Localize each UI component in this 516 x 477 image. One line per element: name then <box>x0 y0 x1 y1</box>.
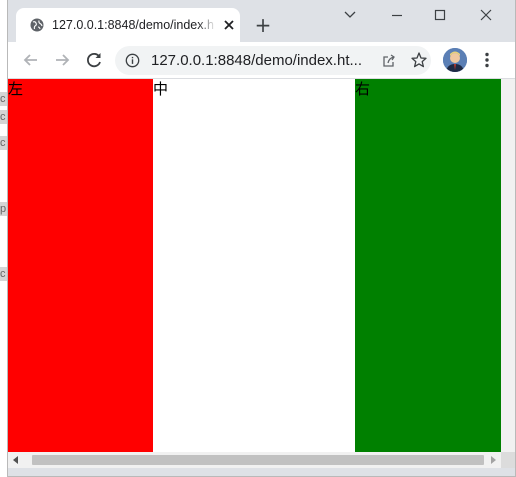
tab-title: 127.0.0.1:8848/demo/index.html <box>52 18 214 32</box>
back-button[interactable] <box>20 49 42 71</box>
avatar-icon <box>443 48 467 72</box>
page-viewport: 左 中 右 <box>8 79 501 452</box>
globe-icon <box>30 18 44 32</box>
arrow-right-icon <box>56 54 70 66</box>
star-icon <box>411 52 427 68</box>
browser-toolbar: 127.0.0.1:8848/demo/index.ht... <box>8 42 515 79</box>
left-column: 左 <box>8 79 153 452</box>
url-text[interactable]: 127.0.0.1:8848/demo/index.ht... <box>151 52 373 70</box>
scrollbar-corner <box>501 452 515 468</box>
kebab-menu-icon <box>485 52 489 68</box>
minimize-button[interactable] <box>382 5 412 25</box>
scroll-right-arrow-icon[interactable] <box>491 456 496 464</box>
forward-button[interactable] <box>51 49 73 71</box>
reload-icon <box>87 52 101 68</box>
reload-button[interactable] <box>83 49 105 71</box>
arrow-left-icon <box>23 54 37 66</box>
tab-search-button[interactable] <box>335 5 365 25</box>
close-icon <box>224 20 234 30</box>
horizontal-scrollbar[interactable] <box>8 452 501 468</box>
tab-close-button[interactable] <box>221 17 237 33</box>
center-column: 中 <box>153 79 355 452</box>
info-icon[interactable] <box>125 53 140 68</box>
right-column-label: 右 <box>355 80 371 98</box>
maximize-button[interactable] <box>425 5 455 25</box>
address-bar[interactable]: 127.0.0.1:8848/demo/index.ht... <box>115 46 431 75</box>
share-icon[interactable] <box>380 52 398 70</box>
tab-strip: 127.0.0.1:8848/demo/index.html + <box>8 0 515 42</box>
browser-window: 127.0.0.1:8848/demo/index.html + 127.0.0… <box>7 0 516 477</box>
close-window-button[interactable] <box>471 5 501 25</box>
chevron-down-icon <box>344 11 356 18</box>
close-icon <box>480 9 492 21</box>
minimize-icon <box>392 14 402 17</box>
browser-menu-button[interactable] <box>482 50 492 70</box>
profile-avatar[interactable] <box>443 48 467 72</box>
bookmark-star-button[interactable] <box>410 51 428 69</box>
new-tab-button[interactable]: + <box>252 14 274 36</box>
center-column-label: 中 <box>153 80 169 98</box>
maximize-icon <box>434 9 446 21</box>
right-column: 右 <box>355 79 501 452</box>
vertical-scrollbar-track[interactable] <box>501 79 515 452</box>
tab-title-fade <box>198 16 216 34</box>
left-column-label: 左 <box>8 80 24 98</box>
tab-active[interactable]: 127.0.0.1:8848/demo/index.html <box>16 8 240 42</box>
scroll-left-arrow-icon[interactable] <box>13 456 18 464</box>
horizontal-scrollbar-thumb[interactable] <box>32 455 484 465</box>
